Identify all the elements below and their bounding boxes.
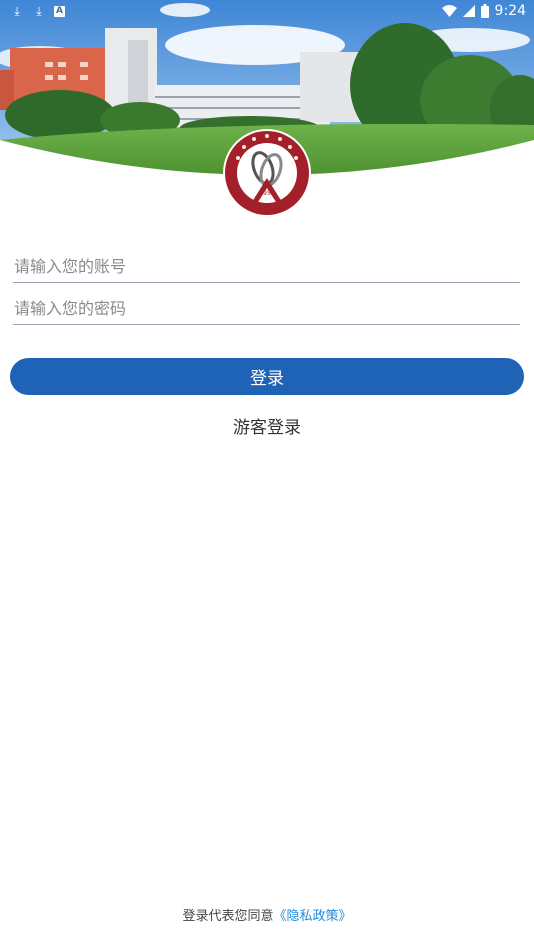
wifi-icon [441, 5, 457, 17]
signal-icon [462, 5, 475, 17]
status-time: 9:24 [494, 3, 526, 19]
guest-login-link[interactable]: 游客登录 [0, 413, 534, 438]
login-button[interactable]: 登录 [10, 358, 524, 395]
status-bar: ⤓ ⤓ A 9:24 [0, 0, 534, 24]
emblem-year: 1952 [259, 190, 274, 197]
privacy-notice: 登录代表您同意《隐私政策》 [0, 905, 534, 924]
download-icon: ⤓ [14, 4, 20, 18]
account-field[interactable] [13, 252, 521, 283]
privacy-prefix: 登录代表您同意 [182, 909, 274, 924]
privacy-policy-link[interactable]: 《隐私政策》 [274, 909, 352, 924]
download-icon: ⤓ [36, 4, 42, 18]
battery-icon [480, 4, 489, 18]
app-notification-icon: A [54, 5, 65, 17]
college-emblem: 1952 [223, 129, 311, 217]
account-input[interactable] [13, 252, 521, 280]
password-field[interactable] [13, 294, 521, 325]
password-input[interactable] [13, 294, 521, 322]
